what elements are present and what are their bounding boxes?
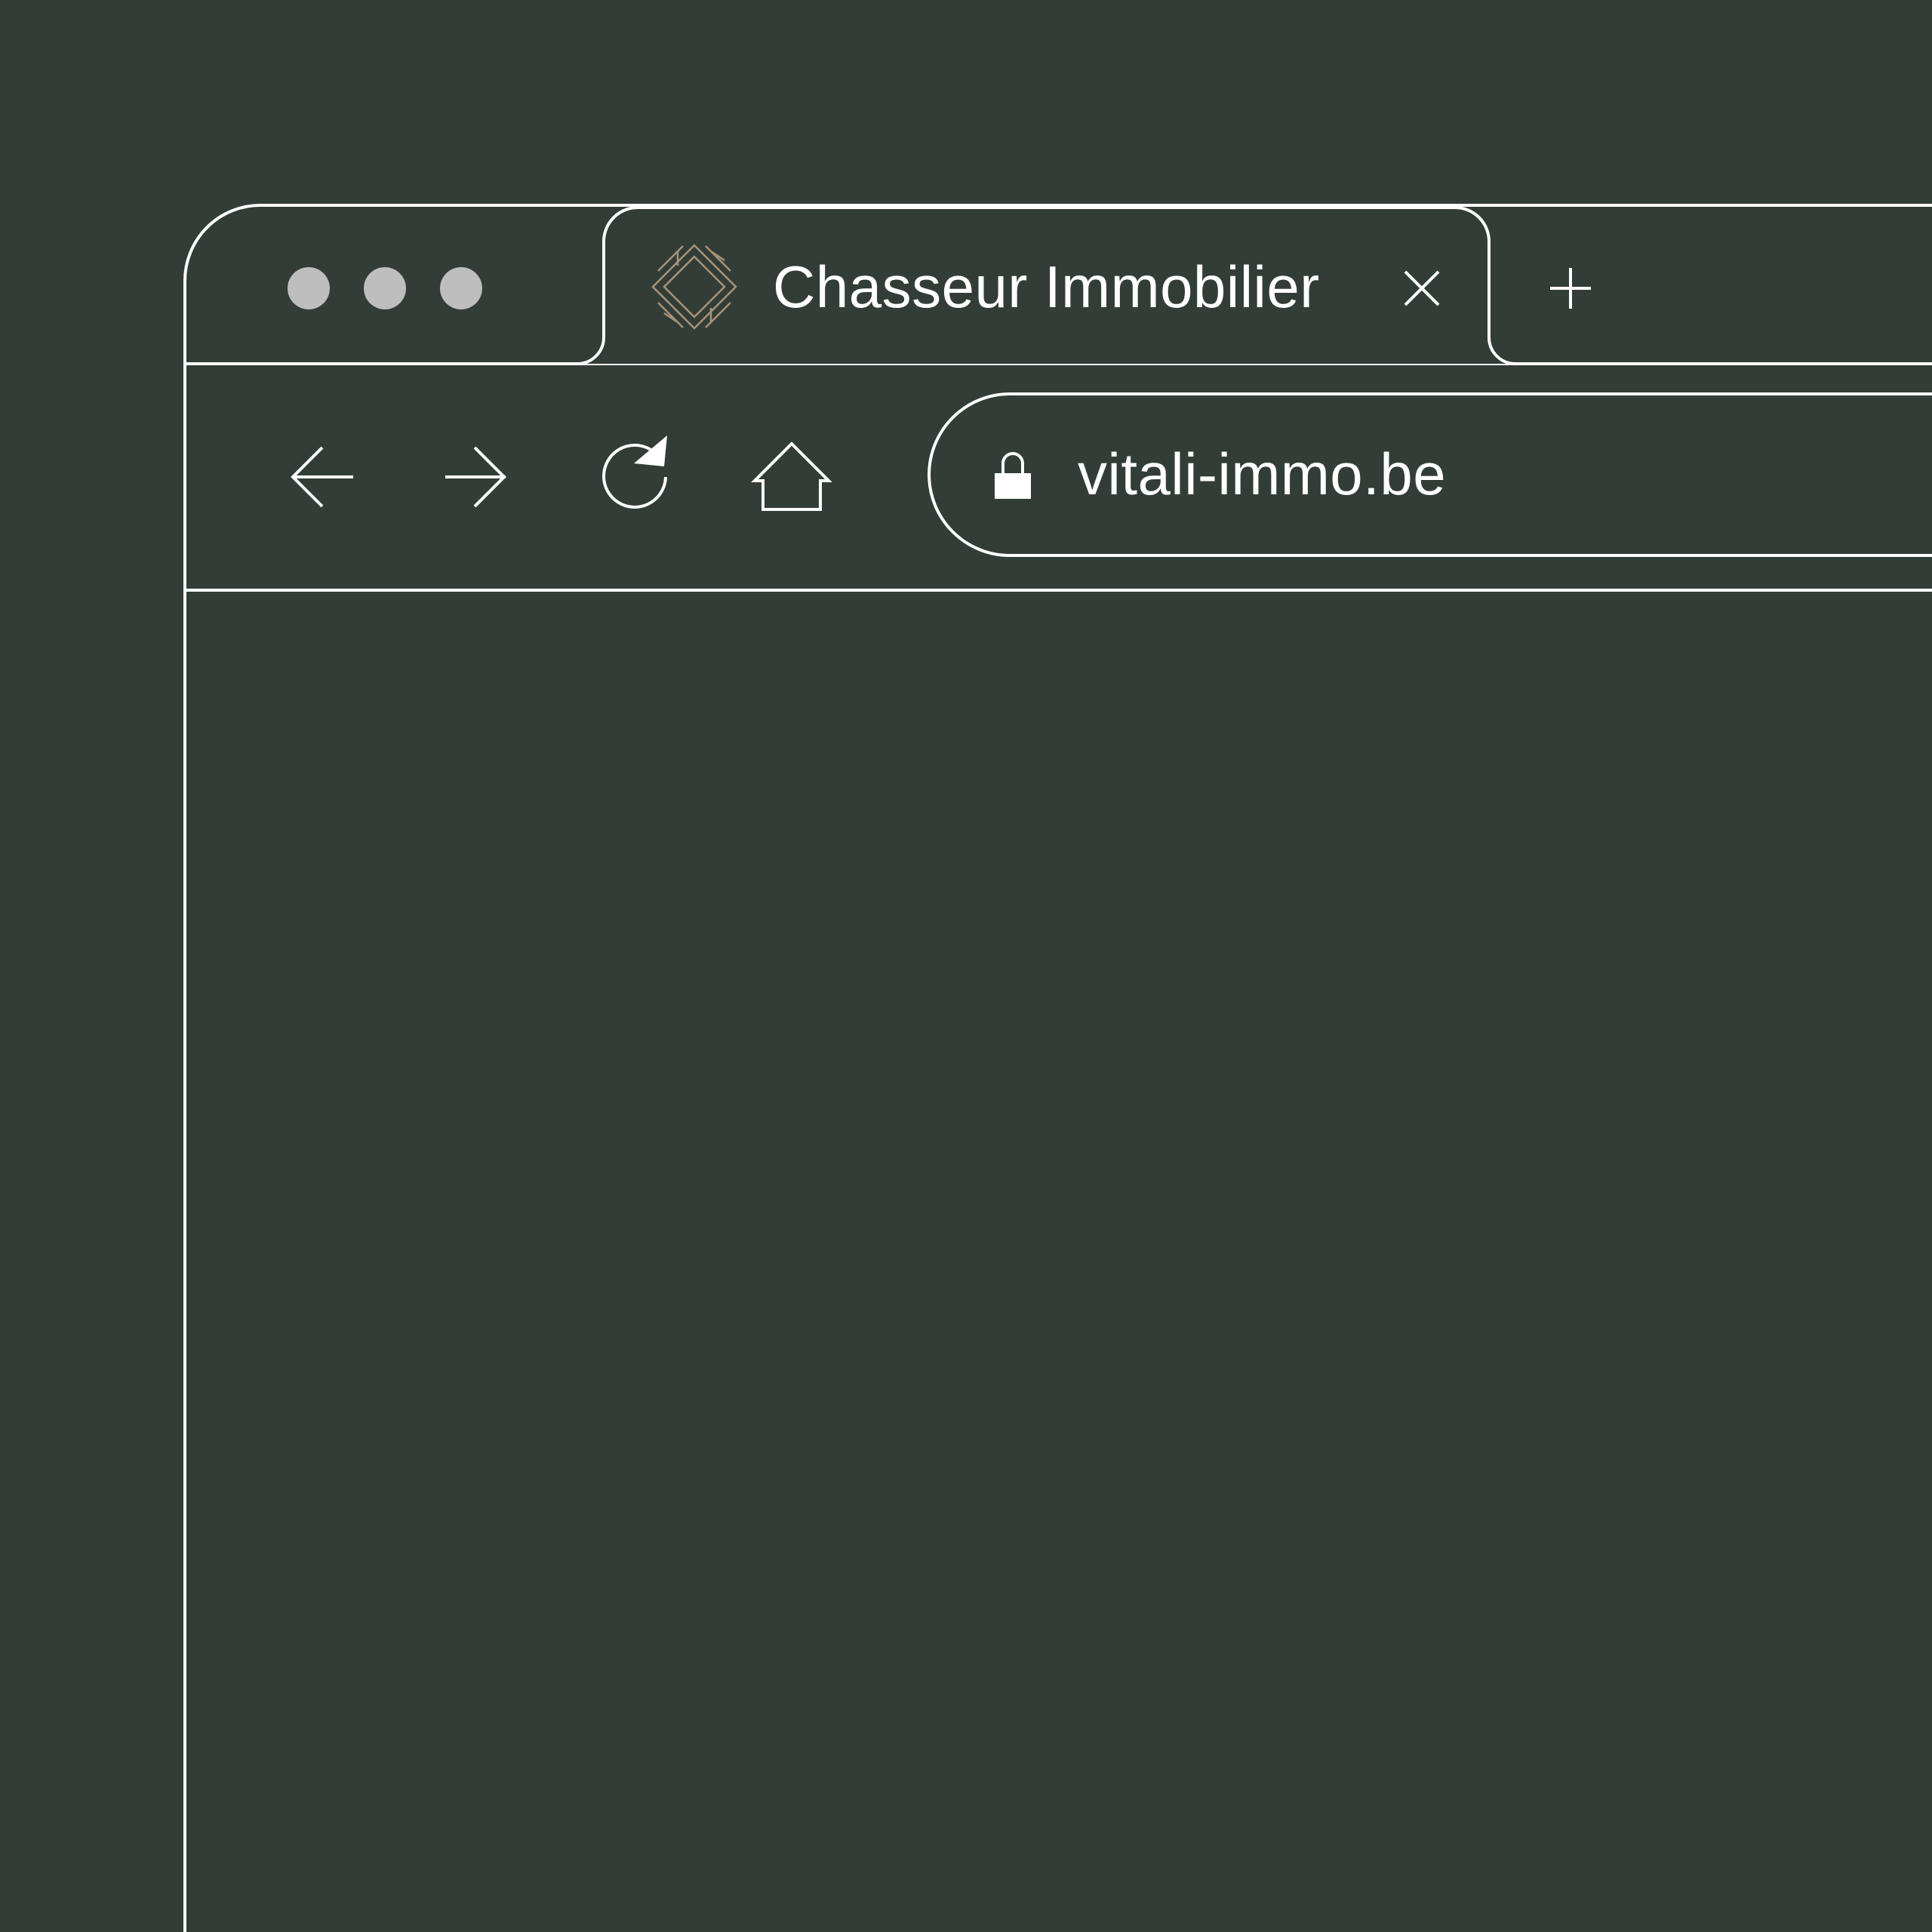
url-text[interactable]: vitali-immo.be <box>1078 436 1446 512</box>
forward-button[interactable] <box>434 438 521 517</box>
reload-button[interactable] <box>589 430 679 517</box>
window-minimize-dot[interactable] <box>364 267 406 309</box>
window-maximize-dot[interactable] <box>440 267 482 309</box>
window-close-dot[interactable] <box>288 267 330 309</box>
plus-icon[interactable] <box>1550 268 1591 309</box>
tab-title: Chasseur Immobilier <box>773 254 1320 320</box>
page-content-area <box>187 593 1932 1932</box>
window-controls <box>288 267 482 309</box>
home-button[interactable] <box>743 434 838 517</box>
back-button[interactable] <box>279 438 366 517</box>
